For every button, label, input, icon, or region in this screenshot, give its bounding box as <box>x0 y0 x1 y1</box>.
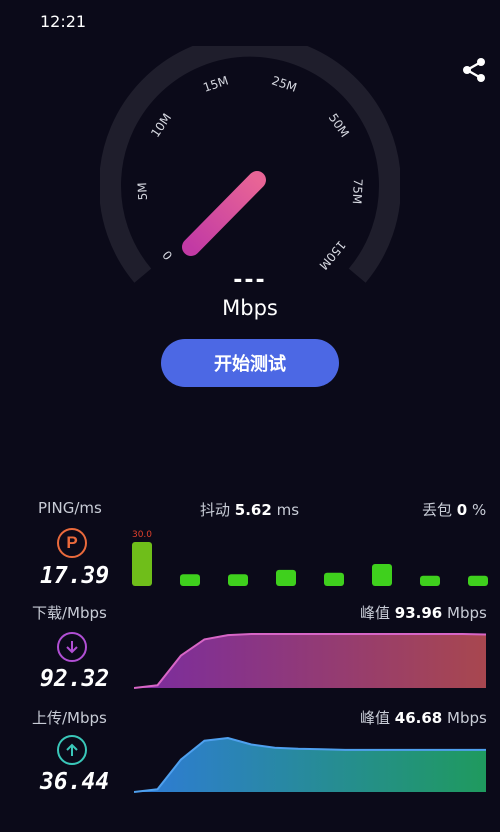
ping-bar-chart: 30.0 <box>132 530 488 586</box>
upload-peak-unit: Mbps <box>447 709 487 727</box>
ping-icon-letter: P <box>66 533 78 552</box>
jitter-readout: 抖动 5.62 ms <box>200 499 299 520</box>
share-icon <box>463 58 485 82</box>
download-value: 92.32 <box>40 666 110 692</box>
gauge-tick-label: 0 <box>160 248 176 263</box>
upload-peak-label: 峰值 <box>360 709 391 727</box>
download-label: 下载/Mbps <box>32 604 107 622</box>
upload-peak-value: 46.68 <box>394 709 443 727</box>
jitter-unit: ms <box>276 501 300 519</box>
ping-max-label: 30.0 <box>132 530 152 540</box>
status-bar-time: 12:21 <box>40 12 87 31</box>
gauge-needle <box>182 171 266 256</box>
gauge-tick-label: 50M <box>326 111 352 140</box>
ping-icon: P <box>57 528 87 558</box>
gauge-tick-label: 75M <box>350 178 365 204</box>
upload-value: 36.44 <box>40 769 110 795</box>
download-speed-chart <box>134 633 486 689</box>
ping-bar <box>276 569 296 586</box>
download-area <box>134 634 486 688</box>
upload-area <box>134 738 486 792</box>
ping-bar <box>324 572 344 586</box>
start-test-button[interactable]: 开始测试 <box>161 339 339 387</box>
ping-bar <box>132 542 152 586</box>
arrow-down-icon <box>66 641 78 654</box>
download-peak-unit: Mbps <box>447 604 487 622</box>
loss-label: 丢包 <box>422 501 453 519</box>
ping-bar <box>372 564 392 586</box>
upload-peak: 峰值 46.68 Mbps <box>360 707 487 728</box>
upload-label: 上传/Mbps <box>32 709 107 727</box>
ping-bar <box>228 574 248 586</box>
download-peak-value: 93.96 <box>394 604 443 622</box>
speed-readout: --- <box>233 268 267 293</box>
loss-value: 0 <box>456 501 468 519</box>
upload-icon <box>57 735 87 765</box>
gauge-tick-label: 25M <box>270 73 299 94</box>
download-peak: 峰值 93.96 Mbps <box>360 602 487 623</box>
ping-bar <box>468 575 488 586</box>
loss-unit: % <box>472 501 487 519</box>
arrow-up-icon <box>66 743 78 756</box>
packet-loss-readout: 丢包 0 % <box>422 499 486 520</box>
ping-label: PING/ms <box>38 499 102 517</box>
gauge-track <box>100 46 400 283</box>
share-button[interactable] <box>460 56 488 84</box>
speed-gauge: 05M10M15M 25M50M75M150M <box>100 46 400 283</box>
ping-bar <box>180 574 200 586</box>
download-peak-label: 峰值 <box>360 604 391 622</box>
ping-bar <box>420 575 440 586</box>
ping-value: 17.39 <box>40 563 110 589</box>
jitter-label: 抖动 <box>200 501 231 519</box>
speed-unit: Mbps <box>222 296 278 320</box>
gauge-tick-label: 5M <box>135 182 150 201</box>
jitter-value: 5.62 <box>234 501 272 519</box>
upload-speed-chart <box>134 736 486 793</box>
gauge-tick-label: 15M <box>201 73 230 94</box>
download-icon <box>57 632 87 662</box>
gauge-tick-label: 10M <box>148 111 174 140</box>
